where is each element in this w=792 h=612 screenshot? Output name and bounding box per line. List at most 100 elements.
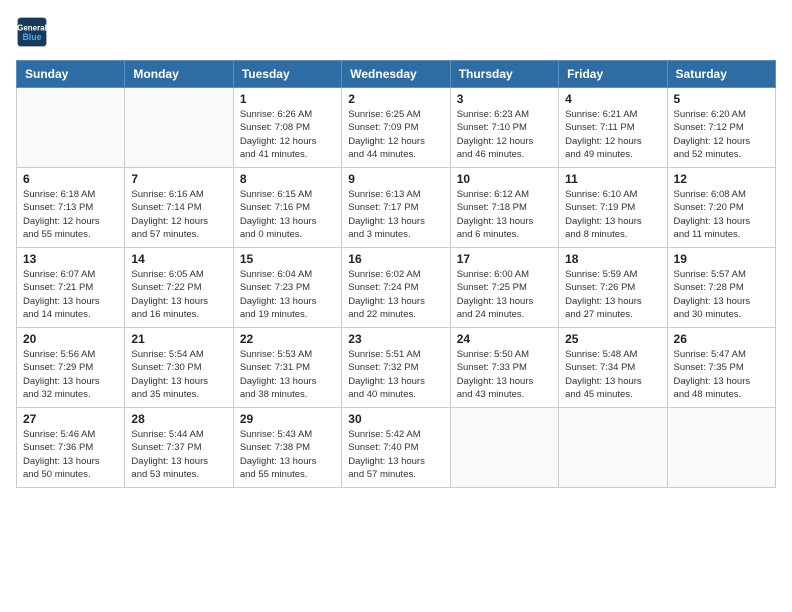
day-info: Sunrise: 5:51 AM Sunset: 7:32 PM Dayligh… [348,348,443,401]
day-number: 25 [565,332,660,346]
logo: General Blue [16,16,48,48]
day-number: 10 [457,172,552,186]
day-info: Sunrise: 5:57 AM Sunset: 7:28 PM Dayligh… [674,268,769,321]
day-number: 15 [240,252,335,266]
weekday-header-wednesday: Wednesday [342,61,450,88]
calendar-body: 1Sunrise: 6:26 AM Sunset: 7:08 PM Daylig… [17,88,776,488]
day-info: Sunrise: 6:07 AM Sunset: 7:21 PM Dayligh… [23,268,118,321]
day-info: Sunrise: 6:21 AM Sunset: 7:11 PM Dayligh… [565,108,660,161]
day-info: Sunrise: 6:02 AM Sunset: 7:24 PM Dayligh… [348,268,443,321]
day-info: Sunrise: 5:42 AM Sunset: 7:40 PM Dayligh… [348,428,443,481]
calendar-cell: 28 Sunrise: 5:44 AM Sunset: 7:37 PM Dayli… [125,408,233,488]
day-number: 6 [23,172,118,186]
calendar-cell: 10 Sunrise: 6:12 AM Sunset: 7:18 PM Dayli… [450,168,558,248]
calendar-cell: 18 Sunrise: 5:59 AM Sunset: 7:26 PM Dayli… [559,248,667,328]
day-number: 19 [674,252,769,266]
calendar-cell: 17 Sunrise: 6:00 AM Sunset: 7:25 PM Dayli… [450,248,558,328]
day-number: 17 [457,252,552,266]
day-info: Sunrise: 5:46 AM Sunset: 7:36 PM Dayligh… [23,428,118,481]
calendar-cell: 13 Sunrise: 6:07 AM Sunset: 7:21 PM Dayli… [17,248,125,328]
weekday-header-saturday: Saturday [667,61,775,88]
day-info: Sunrise: 5:48 AM Sunset: 7:34 PM Dayligh… [565,348,660,401]
calendar-cell [125,88,233,168]
calendar-table: SundayMondayTuesdayWednesdayThursdayFrid… [16,60,776,488]
svg-text:Blue: Blue [22,32,41,42]
calendar-cell [667,408,775,488]
calendar-cell: 30 Sunrise: 5:42 AM Sunset: 7:40 PM Dayli… [342,408,450,488]
calendar-cell: 29 Sunrise: 5:43 AM Sunset: 7:38 PM Dayli… [233,408,341,488]
day-info: Sunrise: 5:54 AM Sunset: 7:30 PM Dayligh… [131,348,226,401]
day-info: Sunrise: 6:15 AM Sunset: 7:16 PM Dayligh… [240,188,335,241]
calendar-cell: 11 Sunrise: 6:10 AM Sunset: 7:19 PM Dayli… [559,168,667,248]
calendar-cell: 20 Sunrise: 5:56 AM Sunset: 7:29 PM Dayli… [17,328,125,408]
calendar-cell: 2 Sunrise: 6:25 AM Sunset: 7:09 PM Daylig… [342,88,450,168]
calendar-cell: 1Sunrise: 6:26 AM Sunset: 7:08 PM Daylig… [233,88,341,168]
calendar-cell: 24 Sunrise: 5:50 AM Sunset: 7:33 PM Dayli… [450,328,558,408]
weekday-header-row: SundayMondayTuesdayWednesdayThursdayFrid… [17,61,776,88]
calendar-cell: 8 Sunrise: 6:15 AM Sunset: 7:16 PM Daylig… [233,168,341,248]
svg-text:General: General [17,23,47,32]
day-info: Sunrise: 6:12 AM Sunset: 7:18 PM Dayligh… [457,188,552,241]
day-info: Sunrise: 5:43 AM Sunset: 7:38 PM Dayligh… [240,428,335,481]
day-number: 28 [131,412,226,426]
day-number: 5 [674,92,769,106]
calendar-cell: 9 Sunrise: 6:13 AM Sunset: 7:17 PM Daylig… [342,168,450,248]
calendar-cell: 19 Sunrise: 5:57 AM Sunset: 7:28 PM Dayli… [667,248,775,328]
calendar-cell: 16Sunrise: 6:02 AM Sunset: 7:24 PM Dayli… [342,248,450,328]
day-number: 11 [565,172,660,186]
day-number: 21 [131,332,226,346]
day-info: Sunrise: 5:56 AM Sunset: 7:29 PM Dayligh… [23,348,118,401]
day-number: 13 [23,252,118,266]
day-number: 24 [457,332,552,346]
day-info: Sunrise: 5:50 AM Sunset: 7:33 PM Dayligh… [457,348,552,401]
calendar-cell: 15 Sunrise: 6:04 AM Sunset: 7:23 PM Dayli… [233,248,341,328]
day-number: 12 [674,172,769,186]
weekday-header-monday: Monday [125,61,233,88]
day-info: Sunrise: 6:04 AM Sunset: 7:23 PM Dayligh… [240,268,335,321]
weekday-header-friday: Friday [559,61,667,88]
calendar-cell [17,88,125,168]
day-info: Sunrise: 6:10 AM Sunset: 7:19 PM Dayligh… [565,188,660,241]
week-row-4: 20 Sunrise: 5:56 AM Sunset: 7:29 PM Dayli… [17,328,776,408]
day-number: 30 [348,412,443,426]
week-row-3: 13 Sunrise: 6:07 AM Sunset: 7:21 PM Dayli… [17,248,776,328]
day-info: Sunrise: 5:44 AM Sunset: 7:37 PM Dayligh… [131,428,226,481]
day-info: Sunrise: 5:47 AM Sunset: 7:35 PM Dayligh… [674,348,769,401]
day-info: Sunrise: 6:18 AM Sunset: 7:13 PM Dayligh… [23,188,118,241]
day-number: 9 [348,172,443,186]
day-info: Sunrise: 6:25 AM Sunset: 7:09 PM Dayligh… [348,108,443,161]
day-number: 20 [23,332,118,346]
calendar-cell: 22Sunrise: 5:53 AM Sunset: 7:31 PM Dayli… [233,328,341,408]
day-number: 1 [240,92,335,106]
calendar-cell: 7Sunrise: 6:16 AM Sunset: 7:14 PM Daylig… [125,168,233,248]
week-row-1: 1Sunrise: 6:26 AM Sunset: 7:08 PM Daylig… [17,88,776,168]
day-number: 14 [131,252,226,266]
weekday-header-sunday: Sunday [17,61,125,88]
day-number: 18 [565,252,660,266]
day-info: Sunrise: 6:13 AM Sunset: 7:17 PM Dayligh… [348,188,443,241]
calendar-cell: 4Sunrise: 6:21 AM Sunset: 7:11 PM Daylig… [559,88,667,168]
day-info: Sunrise: 6:00 AM Sunset: 7:25 PM Dayligh… [457,268,552,321]
week-row-2: 6 Sunrise: 6:18 AM Sunset: 7:13 PM Daylig… [17,168,776,248]
weekday-header-thursday: Thursday [450,61,558,88]
calendar-cell [559,408,667,488]
day-info: Sunrise: 6:16 AM Sunset: 7:14 PM Dayligh… [131,188,226,241]
calendar-header: SundayMondayTuesdayWednesdayThursdayFrid… [17,61,776,88]
week-row-5: 27 Sunrise: 5:46 AM Sunset: 7:36 PM Dayli… [17,408,776,488]
calendar-cell: 25 Sunrise: 5:48 AM Sunset: 7:34 PM Dayli… [559,328,667,408]
day-info: Sunrise: 6:08 AM Sunset: 7:20 PM Dayligh… [674,188,769,241]
calendar-cell: 3 Sunrise: 6:23 AM Sunset: 7:10 PM Daylig… [450,88,558,168]
day-number: 23 [348,332,443,346]
calendar-cell: 23 Sunrise: 5:51 AM Sunset: 7:32 PM Dayli… [342,328,450,408]
logo-icon: General Blue [16,16,48,48]
day-info: Sunrise: 5:59 AM Sunset: 7:26 PM Dayligh… [565,268,660,321]
day-number: 3 [457,92,552,106]
day-number: 2 [348,92,443,106]
day-number: 27 [23,412,118,426]
day-number: 29 [240,412,335,426]
calendar-cell: 14Sunrise: 6:05 AM Sunset: 7:22 PM Dayli… [125,248,233,328]
day-info: Sunrise: 6:23 AM Sunset: 7:10 PM Dayligh… [457,108,552,161]
calendar-cell: 26Sunrise: 5:47 AM Sunset: 7:35 PM Dayli… [667,328,775,408]
calendar-cell: 6 Sunrise: 6:18 AM Sunset: 7:13 PM Daylig… [17,168,125,248]
day-number: 8 [240,172,335,186]
